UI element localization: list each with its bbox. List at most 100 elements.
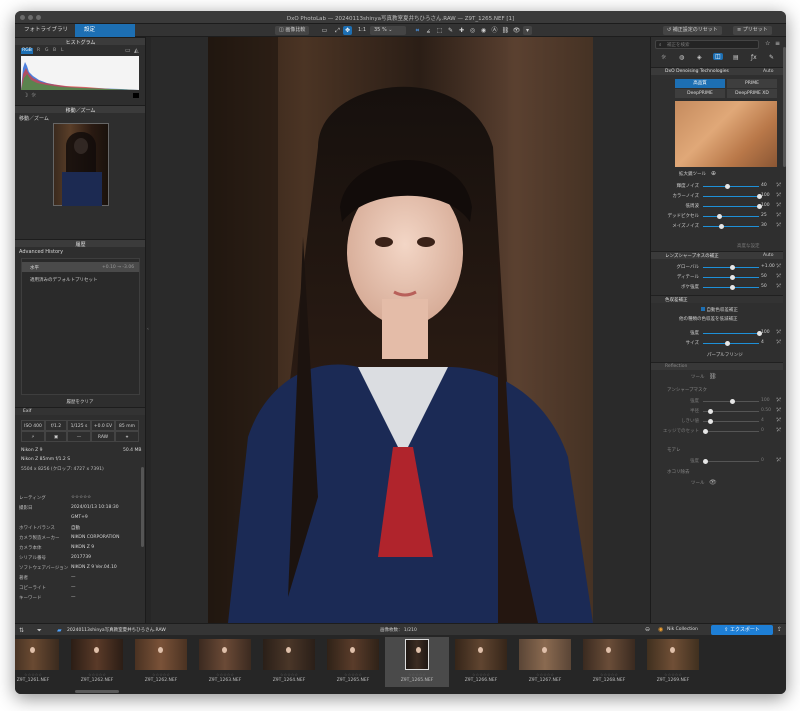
slider-reset-icon[interactable]: ⤱: [777, 339, 781, 345]
thumbnail-rating[interactable]: ☆☆☆☆☆: [385, 672, 449, 677]
thumbnail[interactable]: ☆☆☆☆☆ Z9T_1261.NEF: [15, 637, 65, 687]
move-icon[interactable]: ✥: [343, 26, 352, 35]
slider-value[interactable]: 4: [761, 418, 764, 423]
watermark-icon[interactable]: Ⓐ: [490, 26, 499, 35]
local-palette-icon[interactable]: ▤: [733, 54, 739, 61]
slider-knob[interactable]: [730, 275, 735, 280]
more-options-icon[interactable]: ▾: [523, 26, 532, 35]
thumbnail[interactable]: ☆☆☆☆☆ Z9T_1267.NEF: [513, 637, 577, 687]
filmstrip-scrollbar[interactable]: [75, 690, 119, 693]
triangle-icon[interactable]: ◭: [134, 47, 139, 54]
slider-row[interactable]: 強度 100 ⤱: [651, 329, 783, 337]
slider-value[interactable]: 50: [761, 284, 767, 289]
slider-track[interactable]: [703, 196, 759, 197]
thumbnail-image[interactable]: [405, 639, 429, 670]
slider-row[interactable]: 輝度ノイズ 40 ⤱: [651, 182, 783, 190]
thumbnail-image[interactable]: [327, 639, 379, 670]
filter-icon[interactable]: ⏷: [37, 627, 42, 635]
perspective-icon[interactable]: ⬚: [435, 26, 444, 35]
thumbnail-rating[interactable]: ☆☆☆☆☆: [257, 672, 321, 677]
slider-knob[interactable]: [716, 214, 722, 219]
dust-tool-icon[interactable]: 👁: [709, 479, 717, 486]
thumbnail-image[interactable]: [71, 639, 123, 670]
thumbnail-rating[interactable]: ☆☆☆☆☆: [65, 672, 129, 677]
slider-reset-icon[interactable]: ⤱: [777, 457, 781, 463]
slider-reset-icon[interactable]: ⤱: [777, 212, 781, 218]
menu-icon[interactable]: ≡: [775, 40, 780, 47]
reflection-tool-icon[interactable]: ⛓: [709, 373, 717, 380]
slider-track[interactable]: [703, 461, 759, 462]
slider-row[interactable]: ボケ強度 50 ⤱: [651, 283, 783, 291]
slider-value[interactable]: 0.50: [761, 408, 771, 413]
slider-value[interactable]: 50: [761, 274, 767, 279]
slider-reset-icon[interactable]: ⤱: [777, 182, 781, 188]
compare-button[interactable]: ◫ 画像比較: [275, 26, 310, 35]
layout-icon[interactable]: ▭: [320, 26, 329, 35]
slider-knob[interactable]: [719, 224, 725, 229]
thumbnail-image[interactable]: [583, 639, 635, 670]
slider-knob[interactable]: [724, 184, 730, 189]
slider-row[interactable]: 低周波 100 ⤱: [651, 202, 783, 210]
light-palette-icon[interactable]: ☼: [661, 54, 666, 61]
chromatic-header[interactable]: 色収差補正: [651, 295, 783, 303]
export-button[interactable]: ⇪ エクスポート: [711, 625, 773, 635]
right-scrollbar[interactable]: [783, 47, 786, 167]
thumbnail[interactable]: ☆☆☆☆☆ Z9T_1268.NEF: [577, 637, 641, 687]
high-quality-button[interactable]: 高品質: [675, 79, 725, 88]
thumbnail[interactable]: ☆☆☆☆☆ Z9T_1269.NEF: [641, 637, 705, 687]
channel-g[interactable]: G: [45, 48, 49, 53]
slider-reset-icon[interactable]: ⤱: [777, 427, 781, 433]
navigator-thumbnail[interactable]: [53, 123, 109, 206]
thumbnail-rating[interactable]: ☆☆☆☆☆: [449, 672, 513, 677]
slider-track[interactable]: [703, 226, 759, 227]
slider-knob[interactable]: [730, 285, 735, 290]
history-item[interactable]: 水平 +0.10 → -3.06: [22, 262, 139, 272]
thumbnail-rating[interactable]: ☆☆☆☆☆: [15, 672, 65, 677]
thumbnail[interactable]: ☆☆☆☆☆ Z9T_1263.NEF: [193, 637, 257, 687]
slider-knob[interactable]: [703, 429, 708, 434]
slider-row[interactable]: 半径 0.50 ⤱: [651, 407, 783, 415]
denoise-header[interactable]: DxO Denoising Technologies Auto: [651, 67, 783, 75]
lens-sharpness-header[interactable]: レンズシャープネスの補正 Auto: [651, 251, 783, 259]
chroma-auto-checkbox[interactable]: 自動色収差補正: [701, 307, 738, 313]
slider-value[interactable]: 100: [761, 330, 770, 335]
channel-r[interactable]: R: [37, 48, 40, 53]
slider-track[interactable]: [703, 333, 759, 334]
display-toggle-icon[interactable]: ⊖: [645, 626, 650, 633]
sun-icon[interactable]: ☼: [31, 92, 36, 99]
thumbnail[interactable]: ☆☆☆☆☆ Z9T_1262.NEF: [129, 637, 193, 687]
thumbnail-rating[interactable]: ☆☆☆☆☆: [321, 672, 385, 677]
moire-title[interactable]: モアレ: [667, 447, 681, 453]
thumbnail-image[interactable]: [263, 639, 315, 670]
red-eye-icon[interactable]: ◉: [479, 26, 488, 35]
slider-value[interactable]: 0: [761, 458, 764, 463]
slider-value[interactable]: +1.00: [761, 264, 775, 269]
slider-value[interactable]: 25: [761, 213, 767, 218]
fx-palette-icon[interactable]: ƒx: [751, 54, 757, 61]
denoise-preview[interactable]: [675, 101, 777, 167]
thumbnail[interactable]: ☆☆☆☆☆ Z9T_1266.NEF: [449, 637, 513, 687]
slider-row[interactable]: 強度 0 ⤱: [651, 457, 783, 465]
collapse-left-icon[interactable]: ‹: [147, 327, 149, 332]
thumbnail-image[interactable]: [455, 639, 507, 670]
fit-icon[interactable]: ⤢: [333, 26, 342, 35]
move-zoom-header[interactable]: 移動／ズーム: [15, 105, 145, 114]
reset-corrections-button[interactable]: ↺ 補正設定のリセット: [663, 26, 722, 35]
thumbnail[interactable]: ☆☆☆☆☆ Z9T_1264.NEF: [257, 637, 321, 687]
slider-track[interactable]: [703, 431, 759, 432]
slider-reset-icon[interactable]: ⤱: [777, 407, 781, 413]
local-adjust-icon[interactable]: ◎: [468, 26, 477, 35]
slider-row[interactable]: しきい値 4 ⤱: [651, 417, 783, 425]
slider-track[interactable]: [703, 206, 759, 207]
slider-reset-icon[interactable]: ⤱: [777, 263, 781, 269]
search-field[interactable]: ⌕ 補正を検索: [655, 40, 759, 49]
advanced-settings-link[interactable]: 高度な設定: [737, 243, 760, 249]
exif-header[interactable]: Exif: [15, 407, 145, 415]
eyedropper-icon[interactable]: ✎: [446, 26, 455, 35]
slider-value[interactable]: 100: [761, 398, 770, 403]
channel-l[interactable]: L: [61, 48, 64, 53]
purple-fringe-label[interactable]: パープルフリンジ: [707, 352, 743, 358]
slider-row[interactable]: デッドピクセル 25 ⤱: [651, 212, 783, 220]
prime-button[interactable]: PRIME: [727, 79, 777, 88]
thumbnail-rating[interactable]: ☆☆☆☆☆: [641, 672, 705, 677]
